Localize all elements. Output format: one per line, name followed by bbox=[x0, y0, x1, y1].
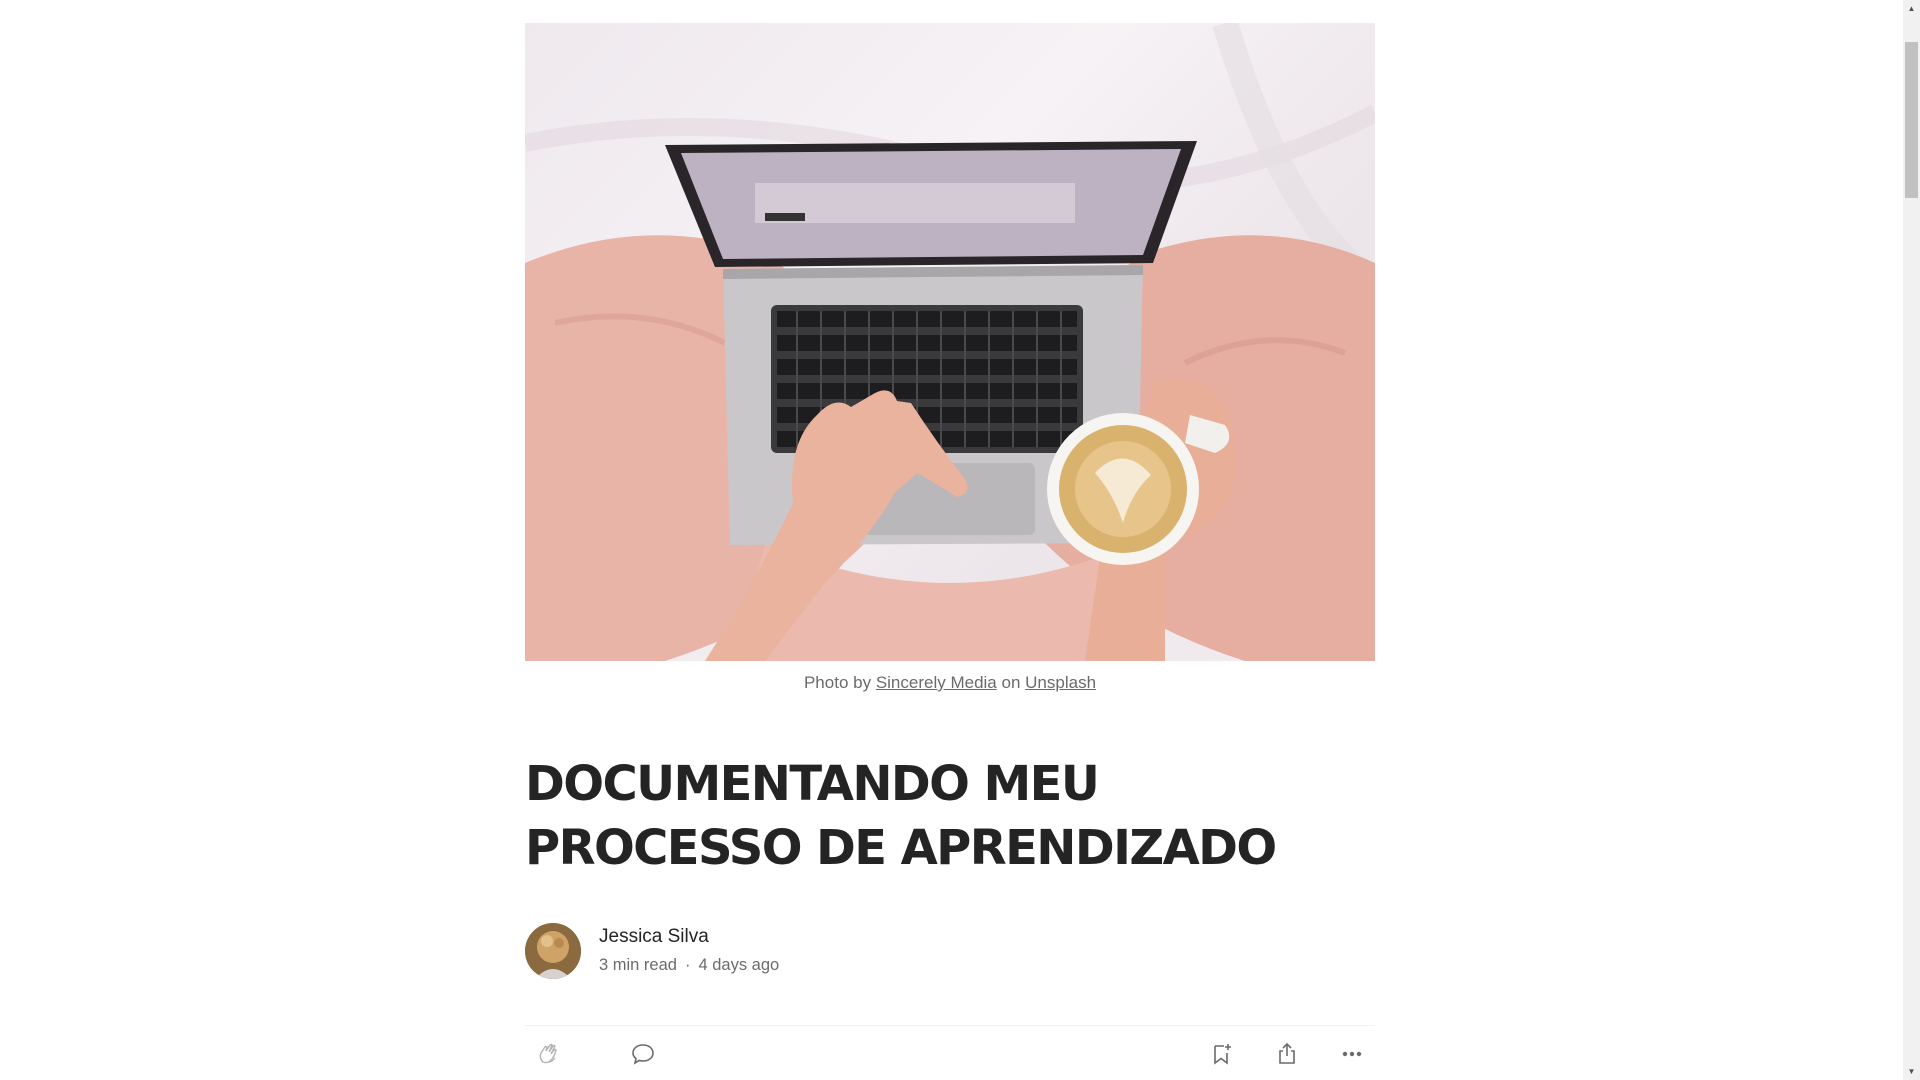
author-name[interactable]: Jessica Silva bbox=[599, 924, 779, 950]
meta-separator: · bbox=[684, 956, 691, 974]
author-avatar[interactable] bbox=[525, 923, 581, 979]
share-icon bbox=[1274, 1041, 1300, 1072]
clap-icon bbox=[536, 1041, 562, 1072]
more-icon bbox=[1339, 1041, 1365, 1072]
author-meta: Jessica Silva 3 min read · 4 days ago bbox=[599, 924, 779, 978]
article-page: Photo by Sincerely Media on Unsplash DOC… bbox=[0, 0, 1920, 1080]
author-block: Jessica Silva 3 min read · 4 days ago bbox=[525, 922, 779, 980]
clap-button[interactable] bbox=[533, 1040, 565, 1072]
save-button[interactable] bbox=[1206, 1040, 1238, 1072]
image-caption: Photo by Sincerely Media on Unsplash bbox=[525, 673, 1375, 693]
article-meta: 3 min read · 4 days ago bbox=[599, 952, 779, 978]
caption-joiner: on bbox=[1001, 673, 1021, 692]
comment-button[interactable] bbox=[627, 1040, 659, 1072]
photographer-link[interactable]: Sincerely Media bbox=[876, 673, 997, 692]
action-bar-divider bbox=[525, 1025, 1375, 1026]
more-button[interactable] bbox=[1336, 1040, 1368, 1072]
read-time: 3 min read bbox=[599, 956, 677, 974]
bookmark-add-icon bbox=[1209, 1041, 1235, 1072]
action-bar bbox=[525, 1040, 1375, 1076]
scroll-up-arrow[interactable]: ▲ bbox=[1903, 0, 1920, 17]
source-link[interactable]: Unsplash bbox=[1025, 673, 1096, 692]
hero-image bbox=[525, 23, 1375, 661]
comment-icon bbox=[630, 1041, 656, 1072]
share-button[interactable] bbox=[1271, 1040, 1303, 1072]
scroll-down-arrow[interactable]: ▼ bbox=[1903, 1063, 1920, 1080]
caption-prefix: Photo by bbox=[803, 673, 872, 692]
page-scrollbar[interactable]: ▲ ▼ bbox=[1903, 0, 1920, 1080]
scroll-thumb[interactable] bbox=[1905, 42, 1918, 198]
article-title: DOCUMENTANDO MEU PROCESSO DE APRENDIZADO bbox=[525, 756, 1277, 876]
publish-date: 4 days ago bbox=[698, 956, 780, 974]
